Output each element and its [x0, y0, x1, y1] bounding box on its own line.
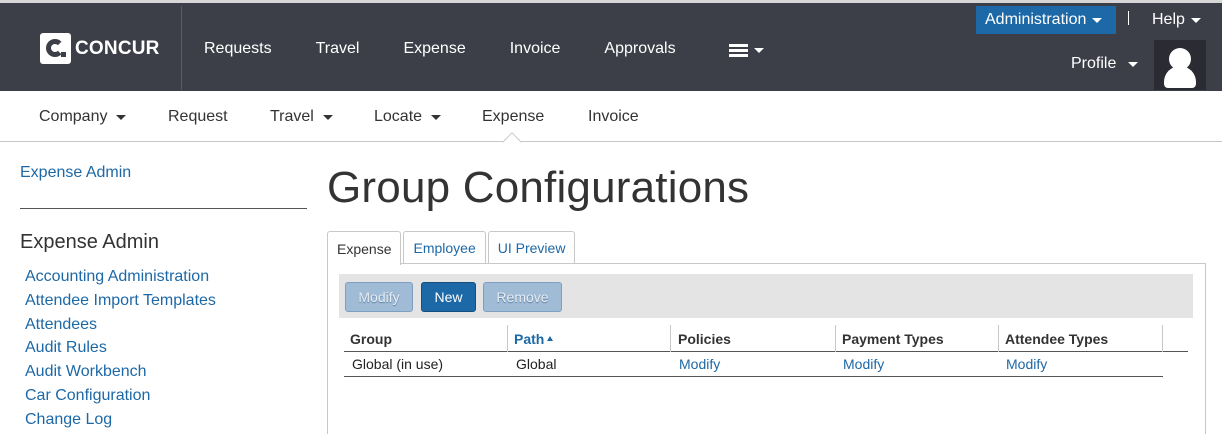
chevron-down-icon — [1128, 61, 1139, 67]
sidebar-item-audit-rules[interactable]: Audit Rules — [25, 336, 216, 360]
cell-group: Global (in use) — [352, 356, 444, 372]
sidebar-list: Accounting Administration Attendee Impor… — [25, 265, 216, 432]
profile-label: Profile — [1071, 55, 1117, 72]
help-menu[interactable]: Help — [1152, 11, 1201, 29]
sidebar-expense-admin-link[interactable]: Expense Admin — [20, 164, 131, 182]
header-divider — [181, 6, 182, 90]
concur-logo[interactable]: CONCUR — [40, 33, 160, 64]
subnav-request-label: Request — [168, 108, 228, 125]
administration-menu[interactable]: Administration — [976, 6, 1116, 34]
sidebar-item-audit-workbench[interactable]: Audit Workbench — [25, 360, 216, 384]
subnav-locate[interactable]: Locate — [374, 108, 442, 126]
subnav-invoice-label: Invoice — [588, 108, 639, 125]
main-nav-requests[interactable]: Requests — [204, 40, 272, 58]
sidebar-item-car-configuration[interactable]: Car Configuration — [25, 384, 216, 408]
sort-ascending-icon — [547, 336, 554, 341]
avatar[interactable] — [1154, 40, 1206, 90]
subnav-locate-label: Locate — [374, 108, 423, 125]
page-title: Group Configurations — [327, 163, 750, 212]
column-header-attendee-types[interactable]: Attendee Types — [999, 325, 1163, 352]
tab-employee[interactable]: Employee — [403, 231, 486, 264]
subnav-company[interactable]: Company — [39, 108, 127, 126]
policies-modify-link[interactable]: Modify — [671, 352, 720, 376]
main-nav-travel[interactable]: Travel — [316, 40, 360, 58]
main-nav-expense[interactable]: Expense — [403, 40, 465, 58]
chevron-down-icon — [116, 114, 127, 120]
subnav-company-label: Company — [39, 108, 108, 125]
table-row[interactable]: Global (in use) Global Modify Modify Mod… — [344, 352, 1163, 377]
hamburger-icon — [729, 44, 748, 57]
subnav-expense-label: Expense — [482, 108, 545, 125]
logo-text: CONCUR — [75, 37, 160, 59]
subnav-invoice[interactable]: Invoice — [588, 108, 639, 126]
chevron-down-icon — [322, 114, 333, 120]
column-header-payment-types[interactable]: Payment Types — [836, 325, 999, 352]
sidebar-heading: Expense Admin — [20, 231, 159, 253]
concur-logo-icon — [40, 33, 71, 64]
subnav-request[interactable]: Request — [168, 108, 228, 126]
chevron-down-icon — [1092, 17, 1103, 23]
subnav-travel-label: Travel — [270, 108, 314, 125]
more-menu-button[interactable] — [729, 44, 764, 57]
chevron-down-icon — [754, 48, 764, 53]
remove-button[interactable]: Remove — [483, 282, 562, 312]
profile-menu[interactable]: Profile — [1071, 55, 1139, 73]
cell-path: Global — [516, 356, 557, 372]
chevron-down-icon — [1190, 17, 1201, 23]
sidebar-item-accounting-administration[interactable]: Accounting Administration — [25, 265, 216, 289]
modify-button[interactable]: Modify — [345, 282, 413, 312]
subnav-travel[interactable]: Travel — [270, 108, 333, 126]
group-config-table: Group Path Policies Payment Types Attend… — [344, 325, 1188, 377]
administration-label: Administration — [985, 11, 1087, 28]
sidebar-divider — [20, 208, 307, 209]
help-label: Help — [1152, 11, 1185, 28]
column-header-path[interactable]: Path — [508, 325, 671, 352]
new-button[interactable]: New — [421, 282, 476, 312]
attendee-types-modify-link[interactable]: Modify — [998, 352, 1047, 376]
main-nav: Requests Travel Expense Invoice Approval… — [204, 40, 720, 58]
table-header: Group Path Policies Payment Types Attend… — [344, 325, 1188, 352]
tab-bar: Expense Employee UI Preview — [327, 231, 577, 265]
column-header-policies[interactable]: Policies — [672, 325, 836, 352]
sidebar-item-attendees[interactable]: Attendees — [25, 313, 216, 337]
top-header: CONCUR Requests Travel Expense Invoice A… — [0, 0, 1222, 91]
tab-ui-preview[interactable]: UI Preview — [487, 231, 576, 264]
main-nav-invoice[interactable]: Invoice — [510, 40, 561, 58]
column-header-group[interactable]: Group — [344, 325, 508, 352]
tab-expense[interactable]: Expense — [327, 231, 402, 265]
main-nav-approvals[interactable]: Approvals — [604, 40, 675, 58]
sidebar-item-attendee-import-templates[interactable]: Attendee Import Templates — [25, 289, 216, 313]
header-separator — [1128, 11, 1129, 25]
subnav-expense[interactable]: Expense — [482, 108, 544, 126]
active-indicator — [502, 132, 522, 152]
chevron-down-icon — [431, 114, 442, 120]
payment-types-modify-link[interactable]: Modify — [835, 352, 884, 376]
secondary-nav: Company Request Travel Locate Expense In… — [0, 91, 1222, 152]
sidebar-item-change-log[interactable]: Change Log — [25, 408, 216, 432]
